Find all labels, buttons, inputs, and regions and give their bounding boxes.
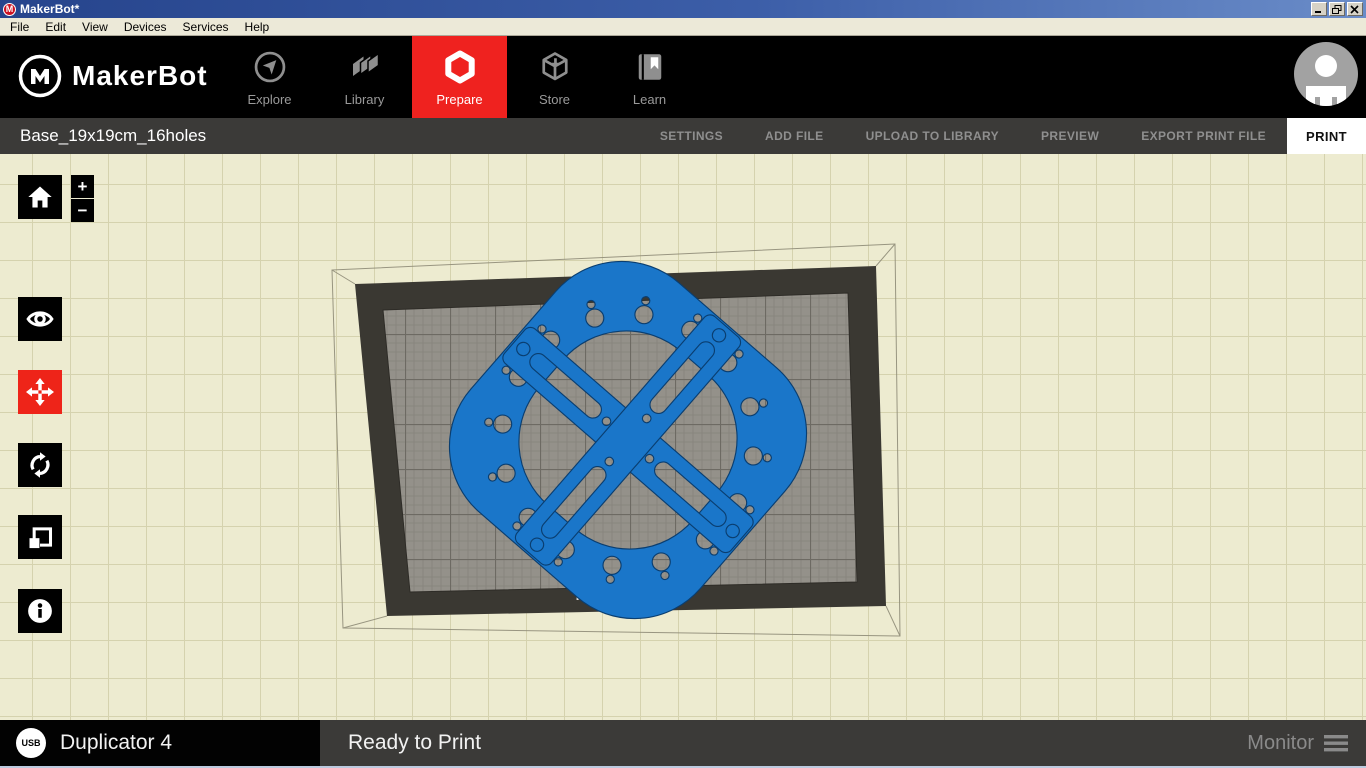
window-title: MakerBot* bbox=[20, 2, 80, 16]
nav-learn[interactable]: Learn bbox=[602, 36, 697, 118]
menu-view[interactable]: View bbox=[74, 19, 116, 35]
printer-status: Ready to Print bbox=[348, 731, 482, 754]
eye-icon bbox=[26, 311, 54, 327]
usb-connection-icon: USB bbox=[16, 728, 46, 758]
app-icon: M bbox=[3, 2, 16, 16]
monitor-label: Monitor bbox=[1247, 731, 1314, 754]
scale-tool-button[interactable] bbox=[18, 515, 62, 559]
home-view-button[interactable] bbox=[18, 175, 62, 219]
scale-icon bbox=[29, 527, 53, 549]
learn-book-icon bbox=[638, 54, 661, 80]
info-icon bbox=[28, 599, 52, 623]
print-button[interactable]: PRINT bbox=[1287, 118, 1366, 154]
menubar: File Edit View Devices Services Help bbox=[0, 18, 1366, 36]
settings-button[interactable]: SETTINGS bbox=[639, 129, 744, 143]
restore-button[interactable] bbox=[1329, 2, 1345, 16]
device-name: Duplicator 4 bbox=[60, 731, 173, 754]
window-titlebar[interactable]: M MakerBot* bbox=[0, 0, 1366, 18]
nav-label: Store bbox=[538, 92, 571, 107]
info-tool-button[interactable] bbox=[18, 589, 62, 633]
rotate-tool-button[interactable] bbox=[18, 443, 62, 487]
makerbot-emblem-icon bbox=[18, 54, 62, 98]
restore-icon bbox=[1332, 4, 1342, 14]
store-cube-icon bbox=[541, 52, 568, 81]
add-file-button[interactable]: ADD FILE bbox=[744, 129, 845, 143]
prepare-hexagon-icon bbox=[444, 50, 475, 84]
monitor-button[interactable]: Monitor bbox=[1247, 732, 1366, 755]
library-stack-icon bbox=[352, 52, 379, 76]
model-filename: Base_19x19cm_16holes bbox=[20, 126, 207, 145]
explore-compass-icon bbox=[254, 51, 285, 83]
app-header: MakerBot Explore Library Prepare Store L… bbox=[0, 36, 1366, 118]
nav-label: Prepare bbox=[436, 92, 483, 107]
brand-wordmark: MakerBot bbox=[72, 60, 208, 91]
nav-label: Library bbox=[344, 92, 385, 107]
menu-services[interactable]: Services bbox=[175, 19, 237, 35]
close-button[interactable] bbox=[1347, 2, 1363, 16]
menu-edit[interactable]: Edit bbox=[37, 19, 74, 35]
upload-to-library-button[interactable]: UPLOAD TO LIBRARY bbox=[845, 129, 1020, 143]
user-avatar[interactable] bbox=[1294, 42, 1358, 106]
nav-library[interactable]: Library bbox=[317, 36, 412, 118]
close-icon bbox=[1350, 4, 1359, 14]
build-plate-scene: MakerBot bbox=[331, 243, 901, 637]
menu-file[interactable]: File bbox=[2, 19, 37, 35]
zoom-out-button[interactable]: − bbox=[71, 199, 94, 222]
avatar-person-icon bbox=[1295, 43, 1357, 106]
minimize-button[interactable] bbox=[1311, 2, 1327, 16]
nav-explore[interactable]: Explore bbox=[222, 36, 317, 118]
device-selector[interactable]: USB Duplicator 4 bbox=[0, 720, 320, 766]
main-nav: Explore Library Prepare Store Learn bbox=[222, 36, 697, 118]
menu-devices[interactable]: Devices bbox=[116, 19, 175, 35]
status-bar: USB Duplicator 4 Ready to Print Monitor bbox=[0, 720, 1366, 766]
zoom-in-button[interactable]: + bbox=[71, 175, 94, 198]
nav-prepare[interactable]: Prepare bbox=[412, 36, 507, 118]
minimize-icon bbox=[1315, 10, 1321, 13]
rotate-arrows-icon bbox=[30, 452, 50, 478]
move-arrows-icon bbox=[26, 378, 54, 406]
document-toolbar: Base_19x19cm_16holes SETTINGS ADD FILE U… bbox=[0, 118, 1366, 154]
nav-label: Learn bbox=[632, 92, 667, 107]
view-tool-button[interactable] bbox=[18, 297, 62, 341]
export-print-file-button[interactable]: EXPORT PRINT FILE bbox=[1120, 129, 1287, 143]
home-icon bbox=[28, 186, 52, 208]
move-tool-button[interactable] bbox=[18, 370, 62, 414]
viewport-3d[interactable]: MakerBot + − bbox=[0, 154, 1366, 720]
nav-store[interactable]: Store bbox=[507, 36, 602, 118]
nav-label: Explore bbox=[247, 92, 292, 107]
menu-help[interactable]: Help bbox=[237, 19, 278, 35]
preview-button[interactable]: PREVIEW bbox=[1020, 129, 1120, 143]
hamburger-menu-icon bbox=[1324, 734, 1348, 751]
makerbot-logo: MakerBot bbox=[18, 54, 208, 98]
